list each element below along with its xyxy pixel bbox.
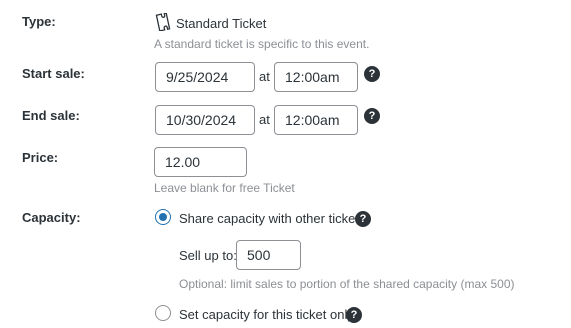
price-help: Leave blank for free Ticket: [154, 181, 295, 195]
start-sale-help-icon[interactable]: ?: [364, 66, 380, 82]
start-sale-time-input[interactable]: 12:00am: [274, 62, 358, 92]
share-capacity-label[interactable]: Share capacity with other tickets: [179, 211, 365, 226]
capacity-label: Capacity:: [22, 210, 81, 225]
ticket-icon: [155, 13, 171, 31]
price-label: Price:: [22, 150, 59, 165]
end-sale-date-input[interactable]: 10/30/2024: [155, 105, 255, 135]
sell-up-to-help: Optional: limit sales to portion of the …: [179, 277, 515, 291]
start-sale-at-text: at: [259, 69, 270, 84]
sell-up-to-label: Sell up to:: [179, 248, 237, 263]
single-capacity-help-icon[interactable]: ?: [346, 307, 362, 323]
share-capacity-radio[interactable]: [155, 209, 171, 225]
ticket-type-help: A standard ticket is specific to this ev…: [154, 37, 370, 51]
single-capacity-label[interactable]: Set capacity for this ticket only: [179, 307, 354, 322]
start-sale-date-input[interactable]: 9/25/2024: [155, 62, 255, 92]
end-sale-at-text: at: [259, 112, 270, 127]
type-label: Type:: [22, 14, 56, 29]
start-sale-label: Start sale:: [22, 66, 85, 81]
sell-up-to-input[interactable]: 500: [236, 240, 301, 270]
share-capacity-help-icon[interactable]: ?: [355, 211, 371, 227]
end-sale-time-input[interactable]: 12:00am: [274, 105, 358, 135]
price-input[interactable]: 12.00: [154, 147, 247, 177]
end-sale-label: End sale:: [22, 108, 80, 123]
single-capacity-radio[interactable]: [155, 305, 171, 321]
ticket-type-value: Standard Ticket: [176, 16, 267, 31]
end-sale-help-icon[interactable]: ?: [364, 108, 380, 124]
